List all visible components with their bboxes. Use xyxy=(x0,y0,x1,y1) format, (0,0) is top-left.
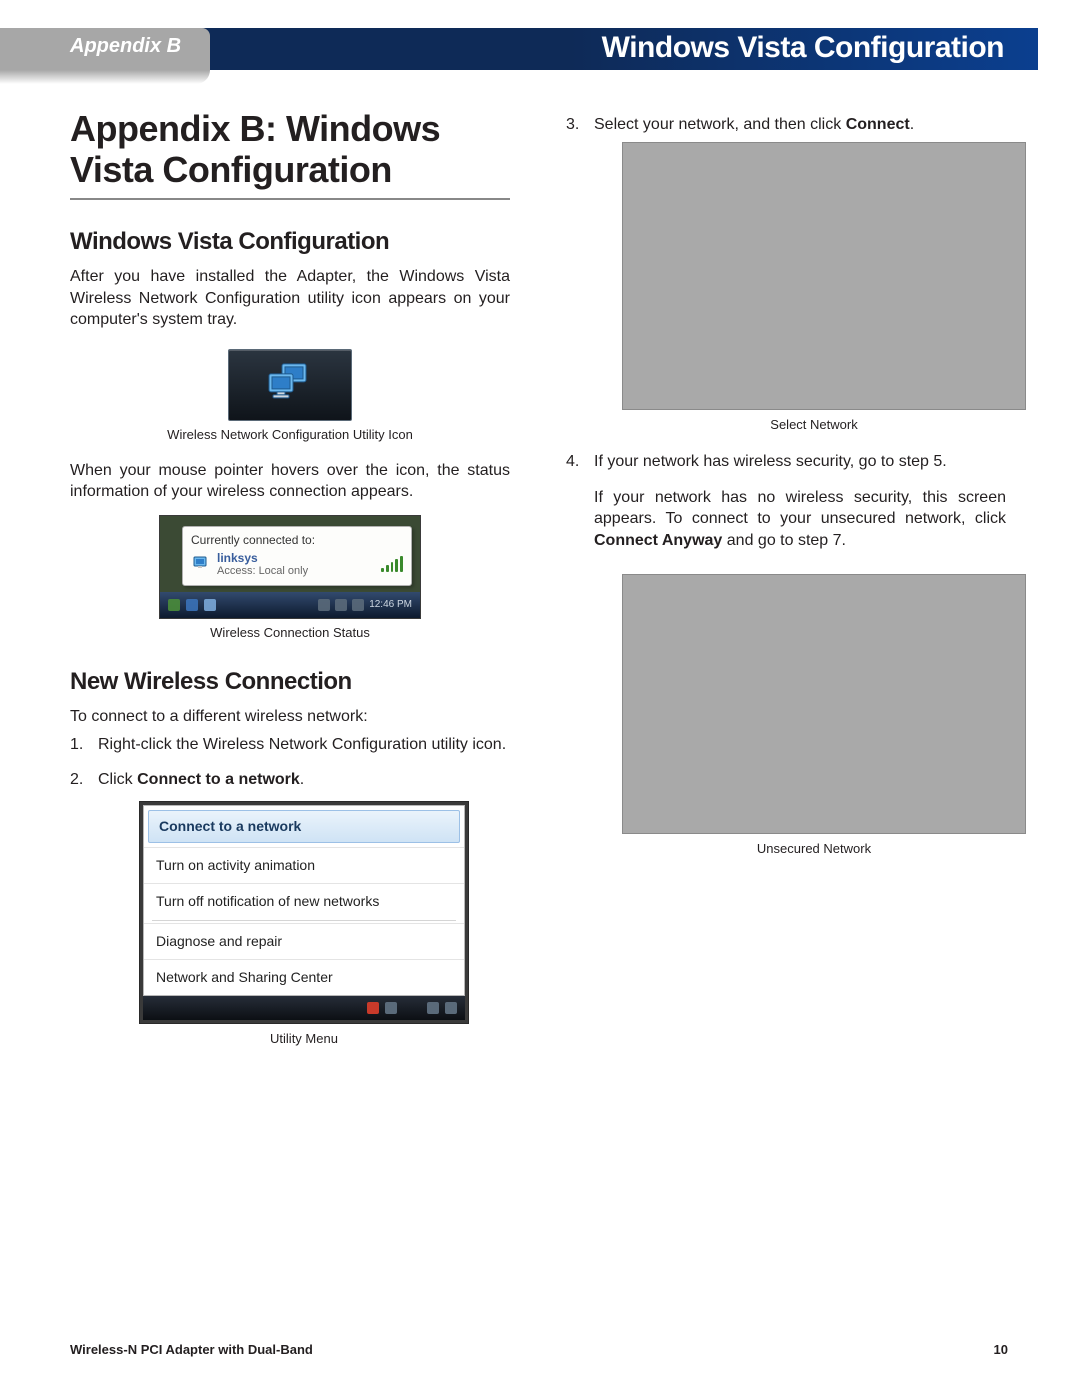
page: Appendix B Windows Vista Configuration A… xyxy=(0,0,1080,1397)
step-3: Select your network, and then click Conn… xyxy=(566,114,1006,433)
taskbar: 12:46 PM xyxy=(160,592,420,618)
taskbar-left-icons xyxy=(168,599,216,611)
step-3-text-a: Select your network, and then click xyxy=(594,116,846,133)
tray-icon-a xyxy=(385,1002,397,1014)
step-2: Click Connect to a network. Connect to a… xyxy=(70,769,510,1048)
step-4-text-c: and go to step 7. xyxy=(722,532,846,549)
steps-list-right: Select your network, and then click Conn… xyxy=(566,114,1006,857)
tray-icon-3 xyxy=(204,599,216,611)
signal-bars-icon xyxy=(381,556,403,572)
menu-item-activity-anim[interactable]: Turn on activity animation xyxy=(144,847,464,883)
content-columns: Appendix B: Windows Vista Configuration … xyxy=(70,108,1008,1066)
caption-tray-icon: Wireless Network Configuration Utility I… xyxy=(70,427,510,442)
header-appendix-label: Appendix B xyxy=(70,35,181,58)
status-tooltip: Currently connected to: linksys Access: xyxy=(182,526,412,586)
menu-item-sharing-center[interactable]: Network and Sharing Center xyxy=(144,959,464,995)
tray-icon-c xyxy=(445,1002,457,1014)
step-2-text-c: . xyxy=(300,771,304,788)
network-name: linksys xyxy=(217,551,375,565)
menu-item-notification-off[interactable]: Turn off notification of new networks xyxy=(144,883,464,919)
intro-paragraph: After you have installed the Adapter, th… xyxy=(70,266,510,331)
step-4: If your network has wireless security, g… xyxy=(566,451,1006,857)
caption-select-network: Select Network xyxy=(622,416,1006,434)
page-title: Appendix B: Windows Vista Configuration xyxy=(70,108,510,200)
tray-icon-5 xyxy=(335,599,347,611)
step-3-text-c: . xyxy=(910,116,914,133)
tray-icon-4 xyxy=(318,599,330,611)
tray-icon-2 xyxy=(186,599,198,611)
figure-select-network xyxy=(622,142,1026,410)
tray-close-icon xyxy=(367,1002,379,1014)
figure-unsecured-network xyxy=(622,574,1026,834)
step-2-bold: Connect to a network xyxy=(137,771,300,788)
right-column: Select your network, and then click Conn… xyxy=(566,108,1006,1066)
step-1: Right-click the Wireless Network Configu… xyxy=(70,734,510,756)
steps-list-left: Right-click the Wireless Network Configu… xyxy=(70,734,510,1048)
network-monitors-icon xyxy=(265,362,315,404)
network-icon xyxy=(191,555,211,573)
step-2-text-a: Click xyxy=(98,771,137,788)
step-4-bold: Connect Anyway xyxy=(594,532,722,549)
step-4-text-a: If your network has no wireless security… xyxy=(594,489,1006,528)
header-title: Windows Vista Configuration xyxy=(602,31,1004,65)
section-heading-new-connection: New Wireless Connection xyxy=(70,668,510,696)
step-4-line-1: If your network has wireless security, g… xyxy=(594,451,1006,473)
tooltip-header: Currently connected to: xyxy=(191,533,403,547)
figure-connection-status: Currently connected to: linksys Access: xyxy=(159,515,421,619)
caption-unsecured-network: Unsecured Network xyxy=(622,840,1006,858)
menu-item-connect[interactable]: Connect to a network xyxy=(148,810,460,843)
figure-tray-icon xyxy=(228,349,352,421)
menu-taskbar xyxy=(143,996,465,1020)
step-3-bold: Connect xyxy=(846,116,910,133)
header-band: Appendix B Windows Vista Configuration xyxy=(0,28,1080,70)
hover-paragraph: When your mouse pointer hovers over the … xyxy=(70,460,510,503)
page-footer: Wireless-N PCI Adapter with Dual-Band 10 xyxy=(70,1342,1008,1357)
footer-page-number: 10 xyxy=(994,1342,1008,1357)
access-label: Access: Local only xyxy=(217,565,375,577)
footer-product-name: Wireless-N PCI Adapter with Dual-Band xyxy=(70,1342,313,1357)
step-4-line-2: If your network has no wireless security… xyxy=(594,487,1006,552)
tray-icon-b xyxy=(427,1002,439,1014)
section-heading-config: Windows Vista Configuration xyxy=(70,228,510,256)
tray-icon-6 xyxy=(352,599,364,611)
tray-icon-1 xyxy=(168,599,180,611)
left-column: Appendix B: Windows Vista Configuration … xyxy=(70,108,510,1066)
menu-item-diagnose[interactable]: Diagnose and repair xyxy=(144,923,464,959)
caption-connection-status: Wireless Connection Status xyxy=(70,625,510,640)
caption-utility-menu: Utility Menu xyxy=(98,1030,510,1048)
intro-steps: To connect to a different wireless netwo… xyxy=(70,706,510,728)
header-grey-tail xyxy=(0,70,210,84)
taskbar-clock: 12:46 PM xyxy=(369,599,412,611)
figure-utility-menu: Connect to a network Turn on activity an… xyxy=(139,801,469,1024)
context-menu: Connect to a network Turn on activity an… xyxy=(143,805,465,996)
